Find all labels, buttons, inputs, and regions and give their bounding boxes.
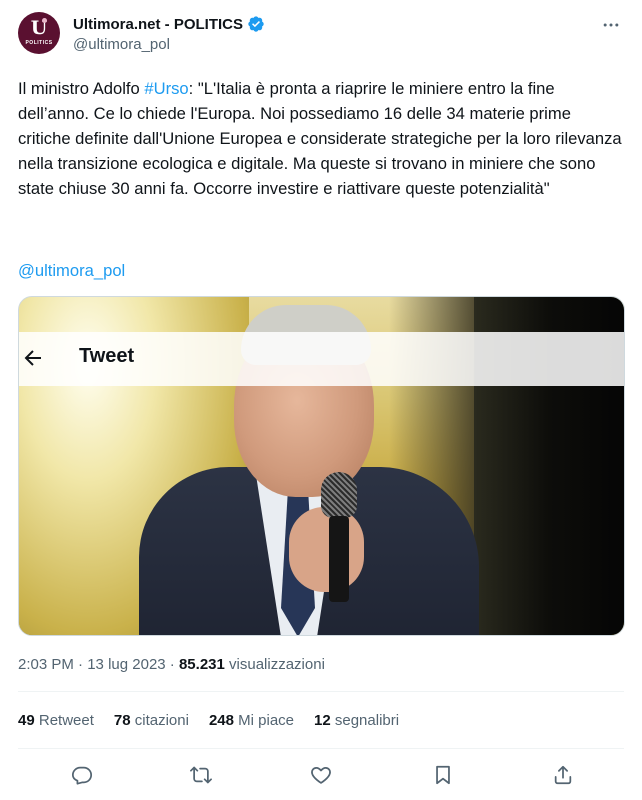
meta-separator: · <box>73 656 88 673</box>
tweet-actions-bar <box>18 758 624 792</box>
views-count: 85.231 <box>178 656 225 673</box>
tweet-text: Il ministro Adolfo #Urso: "L'Italia è pr… <box>18 76 624 201</box>
likes-stat[interactable]: 248 Mi piace <box>209 712 294 732</box>
engagement-stats: 49 Retweet 78 citazioni 248 Mi piace 12 … <box>18 712 399 732</box>
divider <box>18 748 624 749</box>
microphone-body <box>329 516 349 602</box>
reply-icon <box>71 766 93 785</box>
reply-button[interactable] <box>65 758 99 792</box>
bookmarks-label: segnalibri <box>334 712 400 729</box>
retweet-icon <box>190 766 212 784</box>
bookmarks-stat[interactable]: 12 segnalibri <box>314 712 399 732</box>
author-display-name[interactable]: Ultimora.net - POLITICS <box>73 16 243 33</box>
like-button[interactable] <box>304 758 338 792</box>
avatar-logo-letter: U <box>30 17 48 39</box>
retweets-count: 49 <box>18 712 35 729</box>
avatar[interactable]: U POLITICS <box>18 12 60 54</box>
likes-label: Mi piace <box>238 712 295 729</box>
tweet-media-photo[interactable]: Tweet <box>18 296 625 636</box>
overlay-title: Tweet <box>79 345 135 367</box>
quotes-label: citazioni <box>134 712 189 729</box>
tweet-header: U POLITICS Ultimora.net - POLITICS @ulti… <box>18 12 624 60</box>
tweet-meta: 2:03 PM · 13 lug 2023 · 85.231 visualizz… <box>18 656 325 673</box>
bookmark-icon <box>436 765 450 785</box>
mention-link[interactable]: @ultimora_pol <box>18 258 125 283</box>
like-icon <box>311 766 331 784</box>
share-button[interactable] <box>546 758 580 792</box>
quotes-stat[interactable]: 78 citazioni <box>114 712 189 732</box>
meta-separator: · <box>165 656 179 673</box>
quotes-count: 78 <box>113 712 131 729</box>
views-label: visualizzazioni <box>224 656 325 673</box>
divider <box>18 691 624 692</box>
avatar-logo-dot <box>42 18 47 23</box>
hashtag-link[interactable]: #Urso <box>144 79 188 98</box>
more-dots-icon <box>603 23 619 27</box>
author-handle[interactable]: @ultimora_pol <box>73 36 170 53</box>
retweets-stat[interactable]: 49 Retweet <box>18 712 94 732</box>
embedded-tweet-header-overlay: Tweet <box>19 332 624 386</box>
tweet-text-start: Il ministro Adolfo <box>18 79 145 98</box>
share-icon <box>554 765 572 785</box>
likes-count: 248 <box>208 712 234 729</box>
verified-badge-icon <box>248 16 264 32</box>
retweet-button[interactable] <box>184 758 218 792</box>
back-arrow-icon <box>24 350 41 366</box>
retweets-label: Retweet <box>38 712 94 729</box>
photo-microphone <box>321 472 357 602</box>
tweet-time[interactable]: 2:03 PM <box>18 656 74 673</box>
more-options-button[interactable] <box>598 12 624 38</box>
bookmark-button[interactable] <box>426 758 460 792</box>
name-row: Ultimora.net - POLITICS <box>73 14 265 34</box>
avatar-logo-text: POLITICS <box>25 40 53 46</box>
microphone-head <box>321 472 357 518</box>
bookmarks-count: 12 <box>314 712 331 729</box>
tweet-date[interactable]: 13 lug 2023 <box>87 656 165 673</box>
